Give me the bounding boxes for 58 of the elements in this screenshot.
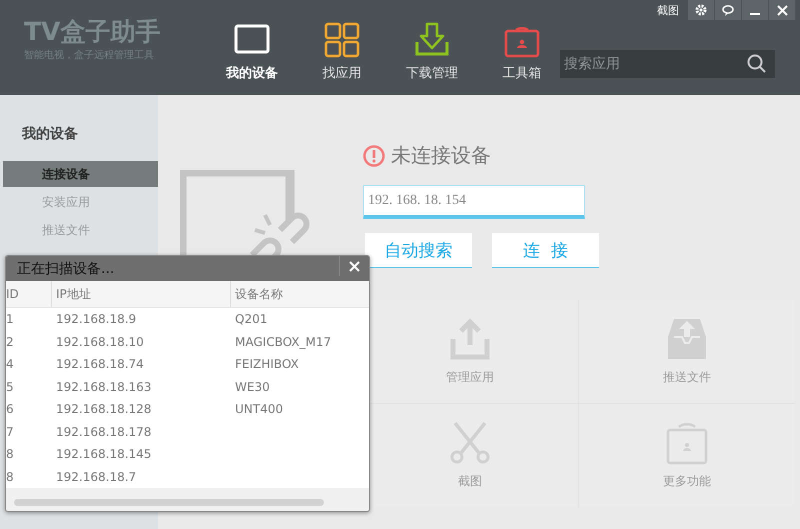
table-cell-text: WE30	[234, 380, 271, 394]
table-cell-text: 192.168.18.163	[55, 380, 152, 394]
screenshot-button[interactable]: 截图	[649, 0, 687, 20]
table-cell-text: 2	[6, 334, 15, 349]
sidebar-item[interactable]: 安装应用	[3, 189, 158, 215]
table-cell-text: 5	[6, 380, 15, 394]
sidebar-item[interactable]: 连接设备	[3, 161, 158, 187]
auto-search-button[interactable]: 自动搜索	[365, 233, 472, 268]
ip-address-field[interactable]: 192. 168. 18. 154	[363, 185, 585, 219]
settings-icon	[695, 4, 707, 16]
close-button[interactable]	[339, 256, 369, 276]
grid-icon	[324, 22, 360, 58]
column-header: 设备名称	[230, 281, 369, 307]
table-cell-text: Q201	[234, 312, 268, 326]
table-cell-text: 192.168.18.10	[55, 334, 145, 349]
warning-icon	[363, 144, 385, 166]
table-cell-text: 192.168.18.145	[55, 447, 152, 462]
nav-tab[interactable]: 工具箱	[484, 22, 560, 88]
table-cell-text: UNT400	[234, 402, 284, 416]
chat-button[interactable]	[715, 0, 741, 20]
close-icon	[776, 4, 788, 16]
nav-tab[interactable]: 下载管理	[394, 22, 470, 88]
tool-tile[interactable]: 推送文件	[579, 300, 795, 403]
connect-button[interactable]: 连 接	[492, 233, 599, 268]
minimize-icon	[750, 13, 760, 15]
table-cell-text: 4	[6, 357, 15, 372]
table-cell-text: FEIZHIBOX	[234, 357, 300, 372]
sidebar-item[interactable]: 推送文件	[3, 217, 158, 243]
sidebar-title: 我的设备	[20, 125, 79, 143]
table-cell-text: 192.168.18.7	[55, 470, 138, 484]
table-cell-text: 192.168.18.9	[55, 312, 138, 326]
dialog-title: 正在扫描设备...	[17, 260, 114, 278]
search-icon	[747, 54, 767, 74]
tool-tile[interactable]: 更多功能	[579, 404, 795, 507]
table-cell-text: 7	[6, 424, 15, 439]
app-logo-title: TV盒子助手	[24, 16, 162, 48]
nav-tab[interactable]: 我的设备	[214, 22, 290, 88]
table-cell-text: MAGICBOX_M17	[234, 334, 332, 349]
table-cell-text: 6	[6, 402, 15, 416]
table-cell-text: 192.168.18.128	[55, 402, 152, 416]
table-cell-text: 8	[6, 470, 15, 484]
search-field[interactable]: 搜索应用	[560, 50, 775, 78]
minimize-button[interactable]	[742, 0, 768, 20]
table-cell-text: 8	[6, 447, 15, 462]
download-icon	[414, 22, 450, 58]
table-cell-text: 192.168.18.178	[55, 424, 152, 439]
close-button[interactable]	[769, 0, 795, 20]
toolbox-icon	[664, 421, 710, 465]
close-icon	[349, 260, 360, 272]
column-header: ID	[6, 286, 20, 303]
chat-icon	[722, 4, 734, 16]
scrollbar[interactable]	[14, 499, 324, 506]
table-cell-text: 192.168.18.74	[55, 357, 145, 372]
nav-tab[interactable]: 找应用	[304, 22, 380, 88]
settings-button[interactable]	[688, 0, 714, 20]
column-header: IP地址	[51, 281, 230, 307]
connection-status: 未连接设备	[391, 142, 491, 169]
table-cell-text: 1	[6, 312, 15, 326]
